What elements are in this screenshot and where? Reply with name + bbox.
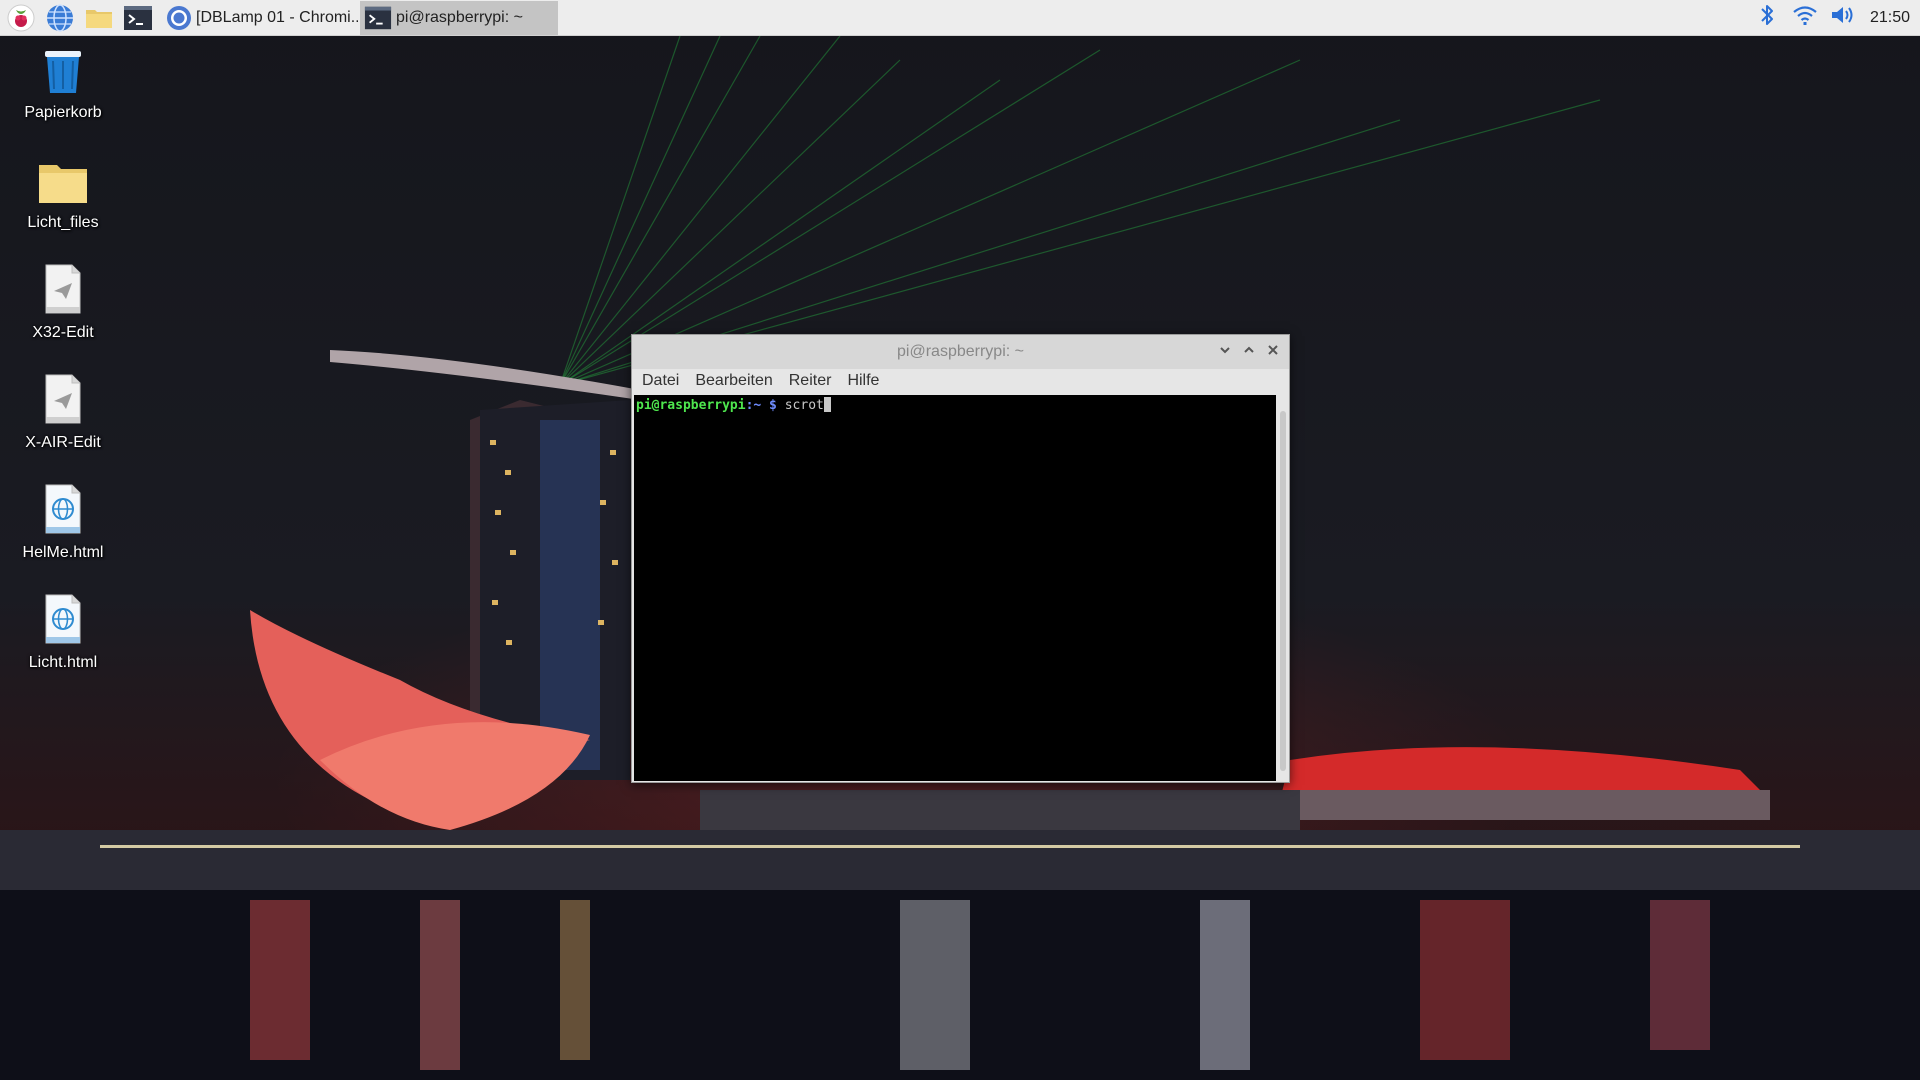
prompt-user: pi@raspberrypi: [636, 398, 746, 413]
terminal-icon: [123, 3, 153, 33]
chevron-up-icon: [1243, 343, 1255, 361]
browser-launcher-button[interactable]: [42, 0, 78, 36]
desktop-icon-label: Licht.html: [28, 654, 98, 671]
desktop-icon-helme-html[interactable]: HelMe.html: [8, 484, 118, 562]
window-controls: [1213, 335, 1285, 369]
file-manager-launcher-button[interactable]: [81, 0, 117, 36]
app-file-icon: [44, 263, 82, 320]
taskbar: [DBLamp 01 - Chromi... pi@raspberrypi: ~: [0, 0, 1920, 36]
menu-hilfe[interactable]: Hilfe: [839, 369, 887, 393]
clock[interactable]: 21:50: [1862, 9, 1920, 27]
scrollbar-thumb[interactable]: [1280, 411, 1286, 771]
file-manager-folder-icon: [84, 3, 114, 33]
terminal-output[interactable]: pi@raspberrypi:~ $ scrot: [634, 395, 1276, 781]
terminal-scrollbar[interactable]: [1278, 395, 1288, 781]
taskbar-task-label: [DBLamp 01 - Chromi...: [196, 8, 358, 26]
close-icon: [1267, 343, 1279, 361]
terminal-menubar: Datei Bearbeiten Reiter Hilfe: [632, 369, 1289, 393]
globe-browser-icon: [45, 3, 75, 33]
menu-datei[interactable]: Datei: [634, 369, 687, 393]
desktop-icon-licht-files[interactable]: Licht_files: [8, 154, 118, 232]
text-cursor: [823, 397, 831, 412]
minimize-button[interactable]: [1213, 340, 1237, 364]
terminal-titlebar[interactable]: pi@raspberrypi: ~: [632, 335, 1289, 369]
chromium-icon: [166, 4, 192, 32]
desktop-icon-label: X-AIR-Edit: [25, 434, 101, 451]
close-button[interactable]: [1261, 340, 1285, 364]
volume-tray-button[interactable]: [1824, 0, 1862, 36]
terminal-window: pi@raspberrypi: ~ Datei Bearbeiten Reite…: [631, 334, 1290, 783]
volume-icon: [1829, 3, 1857, 32]
app-file-icon: [44, 373, 82, 430]
desktop-icon-label: Licht_files: [27, 214, 99, 231]
bluetooth-icon: [1758, 2, 1776, 33]
raspberry-menu-icon: [7, 4, 35, 32]
maximize-button[interactable]: [1237, 340, 1261, 364]
html-file-icon: [44, 483, 82, 540]
trash-icon: [41, 45, 85, 100]
menu-bearbeiten[interactable]: Bearbeiten: [687, 369, 780, 393]
window-title: pi@raspberrypi: ~: [897, 343, 1024, 360]
desktop-icon-licht-html[interactable]: Licht.html: [8, 594, 118, 672]
wifi-tray-button[interactable]: [1786, 0, 1824, 36]
desktop-icon-label: HelMe.html: [22, 544, 104, 561]
taskbar-task-label: pi@raspberrypi: ~: [396, 8, 523, 26]
raspberry-menu-button[interactable]: [3, 0, 39, 36]
desktop-icon-x-air-edit[interactable]: X-AIR-Edit: [8, 374, 118, 452]
taskbar-task-terminal[interactable]: pi@raspberrypi: ~: [360, 0, 558, 35]
system-tray: 21:50: [1748, 0, 1920, 36]
terminal-launcher-button[interactable]: [120, 0, 156, 36]
terminal-icon: [364, 4, 392, 32]
command-text: scrot: [784, 398, 824, 413]
desktop-icon-x32-edit[interactable]: X32-Edit: [8, 264, 118, 342]
wifi-icon: [1792, 3, 1818, 32]
desktop-icon-label: Papierkorb: [24, 104, 102, 121]
prompt-path: :~ $: [745, 398, 777, 413]
html-file-icon: [44, 593, 82, 650]
taskbar-task-chromium[interactable]: [DBLamp 01 - Chromi...: [162, 1, 358, 35]
folder-icon: [37, 161, 89, 210]
desktop-icon-label: X32-Edit: [32, 324, 94, 341]
menu-reiter[interactable]: Reiter: [781, 369, 840, 393]
chevron-down-icon: [1219, 343, 1231, 361]
bluetooth-tray-button[interactable]: [1748, 0, 1786, 36]
desktop-icon-papierkorb[interactable]: Papierkorb: [8, 44, 118, 122]
